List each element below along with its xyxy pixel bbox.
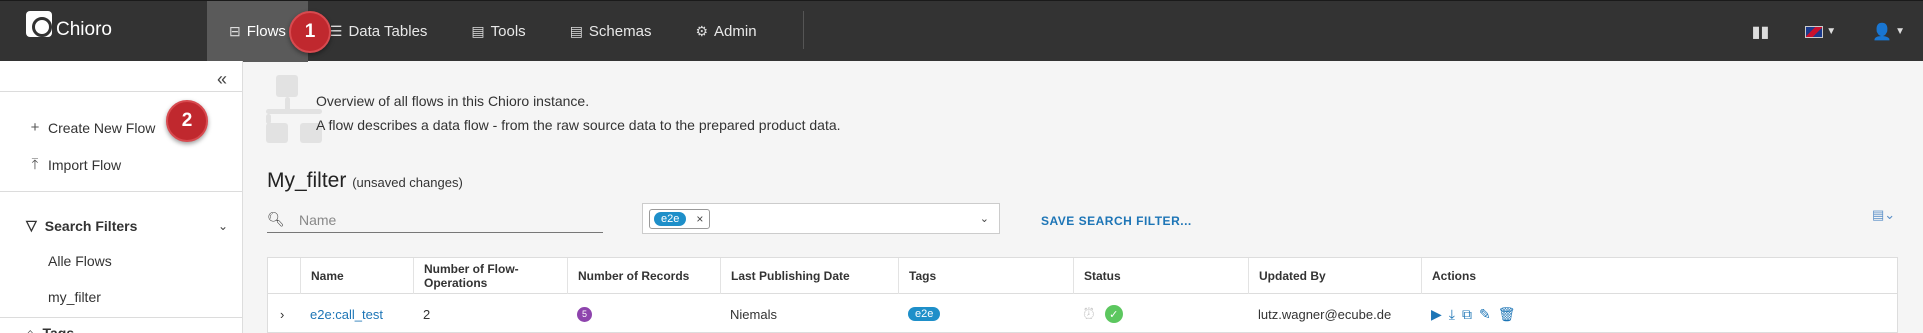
name-search: 🔍︎: [267, 207, 603, 233]
flows-hero-icon: [266, 75, 322, 145]
name-search-input[interactable]: [299, 211, 599, 228]
user-icon: 👤: [1872, 23, 1893, 41]
tags-cell: e2e: [898, 295, 941, 333]
nav-tools-label: Tools: [490, 23, 526, 40]
play-icon[interactable]: ▶: [1431, 306, 1442, 323]
nav-data-tables-label: Data Tables: [348, 23, 428, 40]
flows-icon: ⊟: [229, 23, 241, 39]
unsaved-changes-note: (unsaved changes): [352, 175, 463, 190]
plus-icon: +: [30, 119, 40, 136]
gear-icon: ⚙: [695, 23, 709, 39]
user-menu[interactable]: 👤 ▼: [1854, 22, 1923, 42]
page-description-line-2: A flow describes a data flow - from the …: [316, 117, 841, 133]
nav-admin-label: Admin: [714, 23, 757, 40]
expand-row-icon[interactable]: ›: [268, 295, 300, 333]
language-dropdown[interactable]: ▼: [1787, 25, 1854, 38]
chevron-down-icon: ▼: [1826, 26, 1837, 37]
help-book-button[interactable]: ▮▮: [1734, 22, 1788, 42]
check-icon: ✓: [1104, 305, 1123, 323]
flag-uk-icon: [1805, 25, 1824, 38]
app-logo[interactable]: Chioro: [26, 11, 112, 40]
callout-badge-1: 1: [289, 11, 331, 53]
nav-tools[interactable]: ▤ Tools: [449, 1, 547, 62]
collapse-sidebar-icon[interactable]: «: [217, 69, 227, 90]
filter-item-alle-flows[interactable]: Alle Flows: [48, 253, 112, 269]
status-cell: ⏰︎ ✓: [1073, 295, 1123, 333]
selected-tag-chip: e2e ×: [649, 208, 711, 229]
column-settings-icon[interactable]: ▤⌄: [1872, 207, 1895, 223]
save-search-filter-button[interactable]: SAVE SEARCH FILTER...: [1041, 214, 1192, 228]
download-icon[interactable]: ⤓: [1449, 306, 1455, 323]
filter-title: My_filter (unsaved changes): [267, 169, 463, 193]
actions-cell: ▶ ⤓ ⧉ ✎ 🗑︎: [1421, 295, 1523, 333]
chevron-down-icon[interactable]: ⌄: [980, 212, 989, 225]
alarm-icon[interactable]: ⏰︎: [1083, 306, 1095, 323]
divider: [0, 317, 242, 318]
column-header-updated-by[interactable]: Updated By: [1248, 258, 1421, 294]
last-publishing-cell: Niemals: [730, 306, 777, 322]
nav-schemas-label: Schemas: [588, 23, 652, 40]
updated-by-cell: lutz.wagner@ecube.de: [1258, 306, 1392, 322]
copy-icon[interactable]: ⧉: [1462, 306, 1472, 323]
tag-pill[interactable]: e2e: [908, 307, 941, 321]
chevron-down-icon[interactable]: ⌄: [218, 326, 228, 333]
search-filters-label: Search Filters: [44, 217, 138, 234]
column-header-operations[interactable]: Number of Flow-Operations: [413, 258, 567, 294]
tag-icon: ⌂: [26, 325, 35, 333]
import-flow-button[interactable]: ⤒ Import Flow: [28, 156, 121, 173]
nav-schemas[interactable]: ▤ Schemas: [548, 1, 674, 62]
sidebar: « + Create New Flow ⤒ Import Flow ▽ Sear…: [0, 61, 243, 333]
tools-icon: ▤: [471, 23, 485, 39]
flow-name-cell: e2e:call_test: [300, 295, 383, 333]
operations-cell: 2: [423, 306, 431, 322]
trash-icon[interactable]: 🗑︎: [1498, 306, 1516, 323]
column-header-status[interactable]: Status: [1073, 258, 1248, 294]
column-header-last-publishing[interactable]: Last Publishing Date: [720, 258, 898, 294]
tag-pill: e2e: [654, 211, 687, 226]
divider: [0, 91, 242, 92]
flows-table: Name Number of Flow-Operations Number of…: [267, 257, 1898, 333]
records-count-badge: 5: [577, 306, 592, 322]
schemas-icon: ▤: [569, 23, 583, 39]
expand-column-header: [268, 258, 300, 294]
column-header-name[interactable]: Name: [300, 258, 413, 294]
app-name: Chioro: [56, 19, 112, 40]
callout-badge-2: 2: [166, 100, 208, 142]
table-header: Name Number of Flow-Operations Number of…: [268, 258, 1897, 294]
tags-section[interactable]: ⌂ Tags: [26, 325, 74, 333]
divider: [0, 191, 242, 192]
nav-admin[interactable]: ⚙ Admin: [673, 1, 778, 62]
create-new-flow-label: Create New Flow: [48, 119, 156, 136]
book-icon: ▮▮: [1751, 23, 1770, 41]
nav-divider: [803, 11, 804, 49]
chevron-down-icon: ▼: [1895, 26, 1905, 37]
tags-label: Tags: [42, 325, 75, 333]
filter-name: My_filter: [267, 169, 347, 192]
page-description-line-1: Overview of all flows in this Chioro ins…: [316, 93, 590, 109]
search-filters-section[interactable]: ▽ Search Filters: [26, 217, 137, 234]
main-content: Overview of all flows in this Chioro ins…: [244, 61, 1923, 333]
edit-icon[interactable]: ✎: [1479, 306, 1491, 323]
tag-filter-select[interactable]: e2e × ⌄: [642, 203, 1000, 234]
create-new-flow-button[interactable]: + Create New Flow: [28, 119, 156, 136]
list-icon: ☰: [329, 23, 343, 39]
column-header-records[interactable]: Number of Records: [567, 258, 720, 294]
records-cell: 5: [567, 295, 592, 333]
nav-flows-label: Flows: [246, 23, 286, 40]
upload-icon: ⤒: [31, 156, 39, 173]
column-header-tags[interactable]: Tags: [898, 258, 1073, 294]
top-right-tools: ▮▮ ▼ 👤 ▼: [1734, 1, 1923, 62]
column-header-actions: Actions: [1421, 258, 1897, 294]
funnel-icon: ▽: [26, 217, 37, 233]
search-icon: 🔍︎: [267, 211, 285, 227]
filter-item-my-filter[interactable]: my_filter: [48, 289, 101, 305]
flow-name-link[interactable]: e2e:call_test: [310, 307, 383, 322]
remove-tag-icon[interactable]: ×: [696, 212, 703, 226]
table-row[interactable]: › e2e:call_test 2 5 Niemals e2e ⏰︎ ✓ lut…: [268, 295, 1897, 333]
chioro-logo-icon: [26, 11, 52, 37]
import-flow-label: Import Flow: [48, 156, 122, 173]
chevron-down-icon[interactable]: ⌄: [218, 219, 228, 233]
